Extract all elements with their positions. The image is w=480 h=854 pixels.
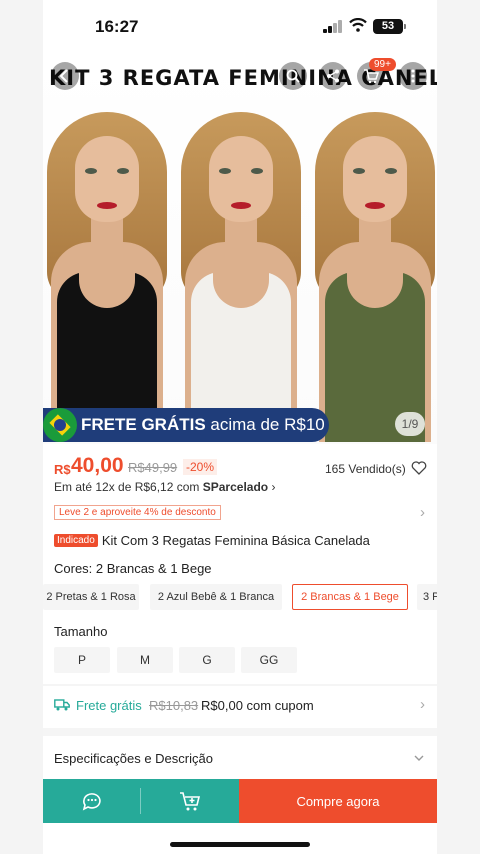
search-icon	[286, 69, 300, 83]
truck-icon	[54, 699, 70, 711]
banner-bold-text: FRETE GRÁTIS	[81, 415, 206, 434]
size-option[interactable]: GG	[241, 647, 297, 673]
back-arrow-icon	[59, 69, 68, 83]
banner-rest-text: acima de R$10	[205, 415, 325, 434]
chevron-right-icon: ›	[271, 480, 276, 494]
back-button[interactable]	[51, 62, 79, 90]
image-pager: 1/9	[395, 412, 425, 436]
wifi-icon	[349, 18, 367, 32]
product-image-carousel[interactable]: KIT 3 REGATA FEMININA CANELADA 99+ FRETE…	[43, 52, 437, 444]
color-label: Cores: 2 Brancas & 1 Bege	[54, 561, 212, 576]
color-options: 2 Pretas & 1 Rosa 2 Azul Bebê & 1 Branca…	[43, 584, 437, 610]
product-title-line: Indicado Kit Com 3 Regatas Feminina Básic…	[54, 533, 426, 548]
bottom-action-bar: Compre agora	[43, 779, 437, 823]
phone-screen: 16:27 53 KIT 3 REGATA FEMININA CANELADA	[43, 0, 437, 854]
shipping-old-price: R$10,83	[149, 698, 199, 713]
shipping-row[interactable]: Frete grátis R$10,83 R$0,00 com cupom ›	[43, 688, 437, 724]
discount-badge: -20%	[183, 459, 218, 475]
search-button[interactable]	[279, 62, 307, 90]
cart-count-badge: 99+	[369, 58, 396, 71]
cellular-signal-icon	[323, 20, 343, 33]
status-time: 16:27	[95, 17, 139, 36]
add-to-cart-icon	[180, 792, 201, 811]
add-to-cart-button[interactable]	[141, 779, 239, 823]
divider	[43, 684, 437, 686]
size-option[interactable]: P	[54, 647, 110, 673]
installment-text: Em até 12x de R$6,12 com	[54, 480, 203, 494]
original-price: R$49,99	[128, 460, 178, 475]
chevron-right-icon[interactable]: ›	[420, 504, 425, 521]
more-icon	[411, 69, 415, 83]
battery-icon: 53	[373, 19, 406, 34]
chat-icon	[82, 793, 101, 811]
bundle-promo-tag[interactable]: Leve 2 e aproveite 4% de desconto	[54, 505, 221, 520]
brazil-flag-icon	[43, 408, 77, 442]
color-option[interactable]: 2 Pretas & 1 Rosa	[43, 584, 139, 610]
recommended-tag: Indicado	[54, 534, 98, 547]
buy-now-button[interactable]: Compre agora	[239, 779, 437, 823]
share-button[interactable]	[319, 62, 347, 90]
installment-info[interactable]: Em até 12x de R$6,12 com SParcelado ›	[54, 480, 275, 494]
home-indicator	[170, 842, 310, 847]
left-margin	[0, 0, 43, 854]
size-option[interactable]: G	[179, 647, 235, 673]
color-option[interactable]: 2 Azul Bebê & 1 Branca	[150, 584, 282, 610]
heart-icon[interactable]	[411, 460, 427, 476]
size-label: Tamanho	[54, 624, 108, 639]
specs-row[interactable]: Especificações e Descrição	[43, 742, 437, 778]
chevron-down-icon	[414, 755, 424, 761]
color-option-selected[interactable]: 2 Brancas & 1 Bege	[292, 584, 408, 610]
right-margin	[437, 0, 480, 854]
price-value: 40,00	[71, 454, 124, 477]
share-icon	[327, 69, 339, 83]
free-shipping-text: Frete grátis	[76, 698, 142, 713]
model-image-olive	[305, 112, 437, 442]
section-divider	[43, 728, 437, 736]
size-option[interactable]: M	[117, 647, 173, 673]
shipping-coupon-price: R$0,00 com cupom	[201, 698, 314, 713]
more-button[interactable]	[399, 62, 427, 90]
installment-brand: SParcelado	[202, 480, 269, 494]
model-image-black	[43, 112, 177, 442]
chevron-right-icon: ›	[420, 696, 425, 713]
color-option[interactable]: 3 P	[417, 584, 437, 610]
price-currency: R$	[54, 462, 71, 477]
sold-count: 165 Vendido(s)	[325, 462, 406, 476]
product-title: Kit Com 3 Regatas Feminina Básica Canela…	[101, 533, 370, 548]
chat-button[interactable]	[43, 779, 141, 823]
status-bar: 16:27 53	[43, 0, 437, 52]
specs-label: Especificações e Descrição	[54, 751, 213, 766]
model-image-white	[171, 112, 311, 442]
free-shipping-banner: FRETE GRÁTIS acima de R$10	[43, 408, 329, 442]
